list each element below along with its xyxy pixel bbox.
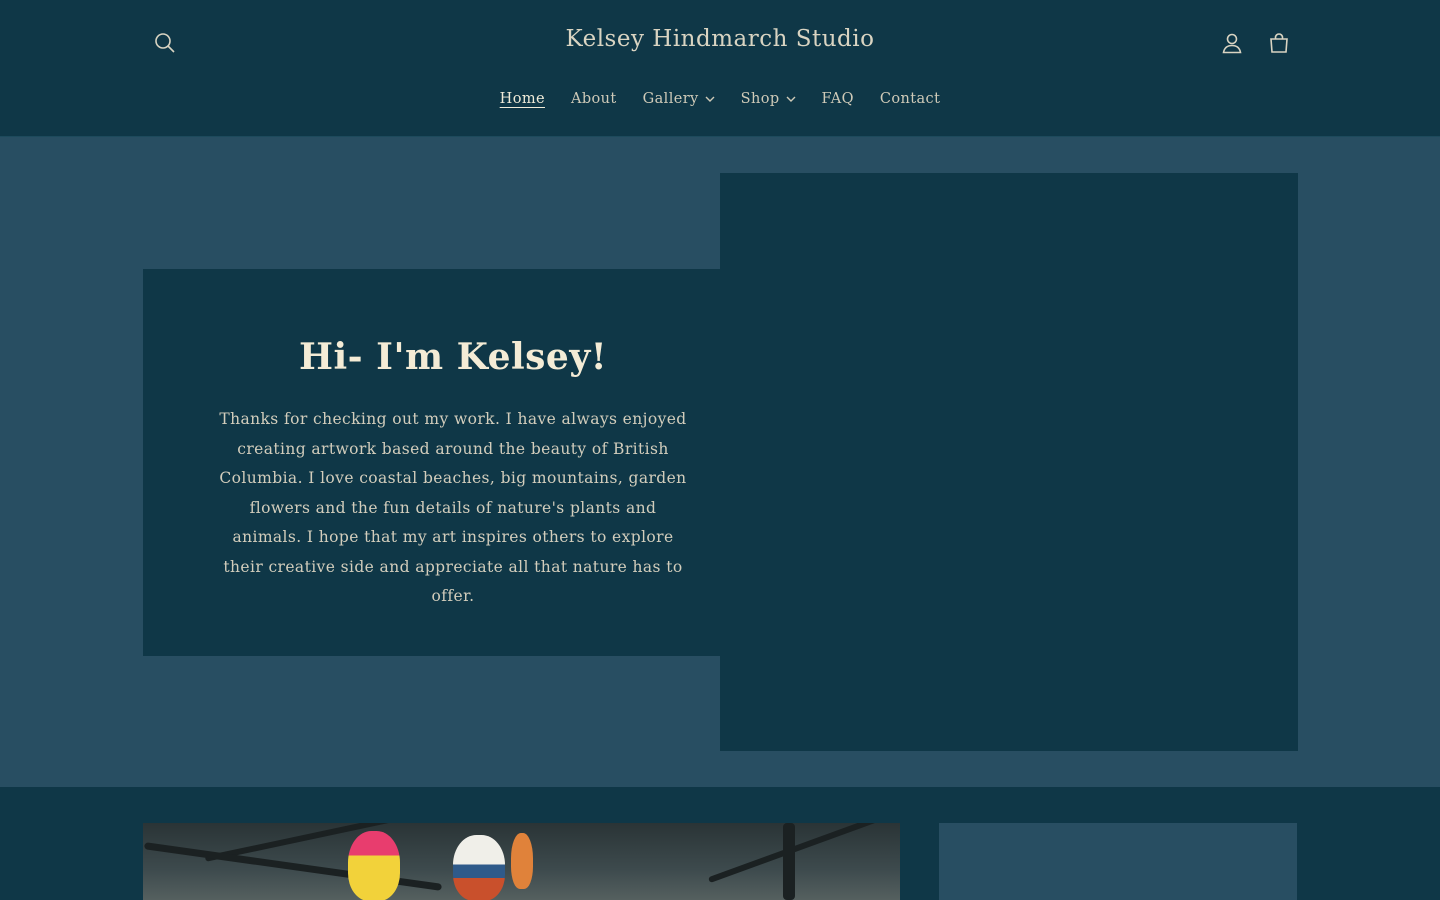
main-nav: Home About Gallery Shop FAQ Contact [0,86,1440,112]
site-header: Kelsey Hindmarch Studio Home About Galle… [0,0,1440,137]
nav-label: Contact [879,91,941,107]
nav-label: FAQ [821,91,854,107]
user-icon[interactable] [1210,21,1254,65]
nav-item-about[interactable]: About [558,86,630,112]
nav-item-contact[interactable]: Contact [867,86,953,112]
hero-image-placeholder [720,173,1298,751]
nav-label: About [570,91,617,107]
hero-body-text: Thanks for checking out my work. I have … [219,410,687,605]
hero-heading: Hi- I'm Kelsey! [298,336,608,378]
artwork-image[interactable] [143,823,900,900]
feature-card [939,823,1297,900]
nav-item-gallery[interactable]: Gallery [630,86,728,112]
nav-label: Shop [740,91,780,107]
nav-item-home[interactable]: Home [487,86,558,112]
nav-label: Home [499,91,545,107]
chevron-down-icon [786,96,796,102]
nav-label: Gallery [642,91,699,107]
nav-item-shop[interactable]: Shop [728,86,809,112]
nav-item-faq[interactable]: FAQ [809,86,867,112]
shopping-bag-icon[interactable] [1257,21,1301,65]
chevron-down-icon [705,96,715,102]
